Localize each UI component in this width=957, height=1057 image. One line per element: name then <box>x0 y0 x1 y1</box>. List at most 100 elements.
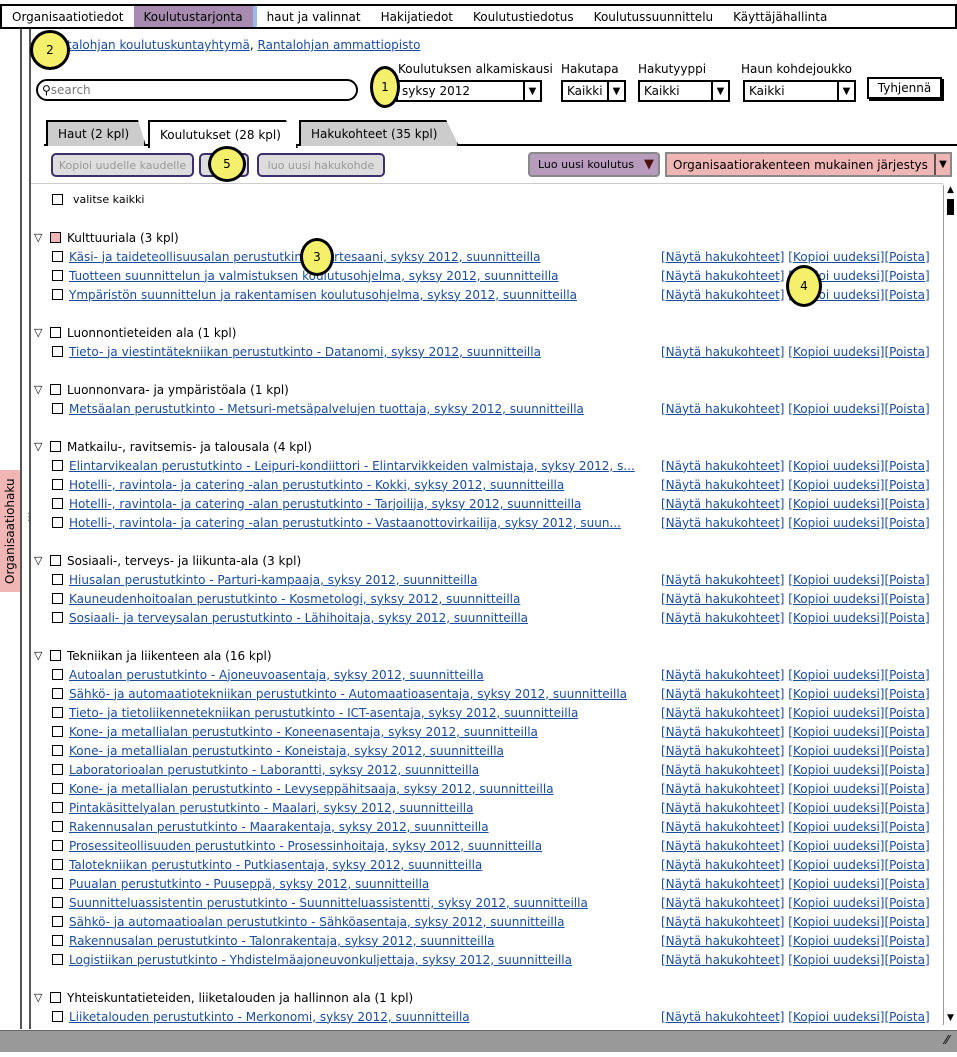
copy-link[interactable]: [Kopioi uudeksi] <box>788 668 884 682</box>
show-hakukohteet-link[interactable]: [Näytä hakukohteet] <box>661 877 784 891</box>
delete-link[interactable]: [Poista] <box>884 573 929 587</box>
delete-link[interactable]: [Poista] <box>884 763 929 777</box>
new-hakukohde-button[interactable]: luo uusi hakukohde <box>257 153 385 177</box>
resize-grip-icon[interactable]: ⁄⁄ <box>945 1033 949 1047</box>
item-checkbox[interactable] <box>52 954 63 965</box>
koulutus-link[interactable]: Sähkö- ja automaatioalan perustutkinto -… <box>69 915 564 929</box>
koulutus-link[interactable]: Sähkö- ja automaatiotekniikan perustutki… <box>69 687 627 701</box>
show-hakukohteet-link[interactable]: [Näytä hakukohteet] <box>661 288 784 302</box>
nav-tab-2[interactable]: Koulutustarjonta <box>133 6 257 27</box>
delete-link[interactable]: [Poista] <box>884 497 929 511</box>
show-hakukohteet-link[interactable]: [Näytä hakukohteet] <box>661 1010 784 1024</box>
copy-link[interactable]: [Kopioi uudeksi] <box>788 820 884 834</box>
show-hakukohteet-link[interactable]: [Näytä hakukohteet] <box>661 573 784 587</box>
delete-link[interactable]: [Poista] <box>884 478 929 492</box>
item-checkbox[interactable] <box>52 517 63 528</box>
delete-link[interactable]: [Poista] <box>884 839 929 853</box>
nav-tab-3[interactable]: haut ja valinnat <box>257 6 371 27</box>
show-hakukohteet-link[interactable]: [Näytä hakukohteet] <box>661 269 784 283</box>
item-checkbox[interactable] <box>52 669 63 680</box>
koulutus-link[interactable]: Rakennusalan perustutkinto - Maarakentaj… <box>69 820 489 834</box>
copy-link[interactable]: [Kopioi uudeksi] <box>788 592 884 606</box>
koulutus-link[interactable]: Logistiikan perustutkinto - Yhdistelmäaj… <box>69 953 572 967</box>
copy-link[interactable]: [Kopioi uudeksi] <box>788 953 884 967</box>
koulutus-link[interactable]: Sosiaali- ja terveysalan perustutkinto -… <box>69 611 528 625</box>
delete-link[interactable]: [Poista] <box>884 269 929 283</box>
organisation-search-toggle[interactable]: Organisaatiohaku <box>0 470 20 592</box>
koulutus-link[interactable]: Laboratorioalan perustutkinto - Laborant… <box>69 763 479 777</box>
item-checkbox[interactable] <box>52 707 63 718</box>
item-checkbox[interactable] <box>52 840 63 851</box>
item-checkbox[interactable] <box>52 1011 63 1022</box>
show-hakukohteet-link[interactable]: [Näytä hakukohteet] <box>661 782 784 796</box>
scrollbar[interactable]: ▲ ▼ <box>943 185 957 1025</box>
copy-link[interactable]: [Kopioi uudeksi] <box>788 345 884 359</box>
show-hakukohteet-link[interactable]: [Näytä hakukohteet] <box>661 839 784 853</box>
delete-link[interactable]: [Poista] <box>884 288 929 302</box>
koulutus-link[interactable]: Suunnitteluassistentin perustutkinto - S… <box>69 896 588 910</box>
scroll-thumb[interactable] <box>947 199 954 215</box>
koulutus-link[interactable]: Metsäalan perustutkinto - Metsuri-metsäp… <box>69 402 584 416</box>
item-checkbox[interactable] <box>52 612 63 623</box>
collapse-triangle-icon[interactable]: ▽ <box>34 649 50 662</box>
item-checkbox[interactable] <box>52 783 63 794</box>
koulutus-link[interactable]: Autoalan perustutkinto - Ajoneuvoasentaj… <box>69 668 484 682</box>
show-hakukohteet-link[interactable]: [Näytä hakukohteet] <box>661 915 784 929</box>
show-hakukohteet-link[interactable]: [Näytä hakukohteet] <box>661 763 784 777</box>
show-hakukohteet-link[interactable]: [Näytä hakukohteet] <box>661 725 784 739</box>
copy-link[interactable]: [Kopioi uudeksi] <box>788 459 884 473</box>
item-checkbox[interactable] <box>52 289 63 300</box>
copy-link[interactable]: [Kopioi uudeksi] <box>788 573 884 587</box>
koulutus-link[interactable]: Hotelli-, ravintola- ja catering -alan p… <box>69 478 564 492</box>
delete-link[interactable]: [Poista] <box>884 402 929 416</box>
copy-link[interactable]: [Kopioi uudeksi] <box>788 896 884 910</box>
collapse-triangle-icon[interactable]: ▽ <box>34 554 50 567</box>
delete-link[interactable]: [Poista] <box>884 706 929 720</box>
show-hakukohteet-link[interactable]: [Näytä hakukohteet] <box>661 516 784 530</box>
alkamiskausi-select[interactable]: syksy 2012 ▼ <box>396 80 542 102</box>
koulutus-link[interactable]: Hotelli-, ravintola- ja catering -alan p… <box>69 497 581 511</box>
item-checkbox[interactable] <box>52 935 63 946</box>
show-hakukohteet-link[interactable]: [Näytä hakukohteet] <box>661 668 784 682</box>
koulutus-link[interactable]: Hiusalan perustutkinto - Parturi-kampaaj… <box>69 573 478 587</box>
show-hakukohteet-link[interactable]: [Näytä hakukohteet] <box>661 896 784 910</box>
nav-tab-6[interactable]: Koulutussuunnittelu <box>584 6 723 27</box>
show-hakukohteet-link[interactable]: [Näytä hakukohteet] <box>661 801 784 815</box>
group-checkbox[interactable] <box>50 650 61 661</box>
delete-link[interactable]: [Poista] <box>884 687 929 701</box>
copy-link[interactable]: [Kopioi uudeksi] <box>788 725 884 739</box>
collapse-triangle-icon[interactable]: ▽ <box>34 231 50 244</box>
delete-link[interactable]: [Poista] <box>884 668 929 682</box>
select-all-checkbox[interactable] <box>52 194 63 205</box>
delete-link[interactable]: [Poista] <box>884 896 929 910</box>
tab-hakukohteet[interactable]: Hakukohteet (35 kpl) <box>299 120 459 146</box>
new-koulutus-button[interactable]: Luo uusi koulutus ▼ <box>528 152 660 177</box>
copy-link[interactable]: [Kopioi uudeksi] <box>788 858 884 872</box>
scroll-up-icon[interactable]: ▲ <box>944 185 957 197</box>
item-checkbox[interactable] <box>52 688 63 699</box>
item-checkbox[interactable] <box>52 270 63 281</box>
item-checkbox[interactable] <box>52 916 63 927</box>
copy-link[interactable]: [Kopioi uudeksi] <box>788 782 884 796</box>
show-hakukohteet-link[interactable]: [Näytä hakukohteet] <box>661 858 784 872</box>
koulutus-link[interactable]: Kone- ja metallialan perustutkinto - Lev… <box>69 782 554 796</box>
koulutus-link[interactable]: Tieto- ja viestintätekniikan perustutkin… <box>69 345 541 359</box>
show-hakukohteet-link[interactable]: [Näytä hakukohteet] <box>661 345 784 359</box>
koulutus-link[interactable]: Prosessiteollisuuden perustutkinto - Pro… <box>69 839 542 853</box>
show-hakukohteet-link[interactable]: [Näytä hakukohteet] <box>661 953 784 967</box>
delete-link[interactable]: [Poista] <box>884 915 929 929</box>
item-checkbox[interactable] <box>52 897 63 908</box>
copy-link[interactable]: [Kopioi uudeksi] <box>788 915 884 929</box>
koulutus-link[interactable]: Tieto- ja tietoliikennetekniikan perustu… <box>69 706 578 720</box>
breadcrumb-org-2[interactable]: Rantalohjan ammattiopisto <box>258 38 421 52</box>
item-checkbox[interactable] <box>52 574 63 585</box>
item-checkbox[interactable] <box>52 859 63 870</box>
delete-link[interactable]: [Poista] <box>884 782 929 796</box>
item-checkbox[interactable] <box>52 460 63 471</box>
item-checkbox[interactable] <box>52 764 63 775</box>
show-hakukohteet-link[interactable]: [Näytä hakukohteet] <box>661 934 784 948</box>
collapse-triangle-icon[interactable]: ▽ <box>34 991 50 1004</box>
show-hakukohteet-link[interactable]: [Näytä hakukohteet] <box>661 459 784 473</box>
item-checkbox[interactable] <box>52 821 63 832</box>
koulutus-link[interactable]: Kauneudenhoitoalan perustutkinto - Kosme… <box>69 592 520 606</box>
